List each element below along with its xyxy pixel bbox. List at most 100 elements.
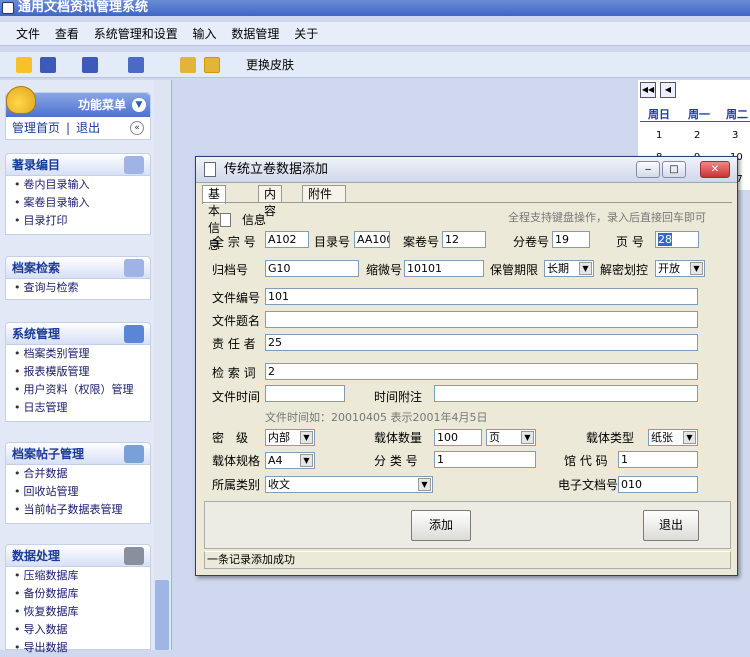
sidebar-item-merge-data[interactable]: 合并数据: [6, 465, 150, 483]
sidebar-item-export-data[interactable]: 导出数据: [6, 639, 150, 657]
mulu-input[interactable]: AA100: [354, 231, 390, 248]
unlock-icon[interactable]: [204, 57, 220, 73]
zaitileixing-label: 载体类型: [586, 431, 635, 445]
users-icon: [124, 325, 144, 343]
dialog-title-bar[interactable]: 传统立卷数据添加 ‒ □ ✕: [196, 157, 737, 183]
sidebar-item-inner-catalog-input[interactable]: 卷内目录输入: [6, 176, 150, 194]
miji-label: 密 级: [212, 431, 249, 445]
sidebar-item-restore-db[interactable]: 恢复数据库: [6, 603, 150, 621]
sidebar-item-compress-db[interactable]: 压缩数据库: [6, 567, 150, 585]
shijian-input[interactable]: [265, 385, 345, 402]
sidebar-item-report-template[interactable]: 报表模版管理: [6, 363, 150, 381]
export-icon[interactable]: [128, 57, 144, 73]
jiansuo-label: 检 索 词: [212, 366, 256, 380]
zaitiguige-select[interactable]: A4 ▼: [265, 452, 315, 469]
info-icon: [220, 213, 231, 227]
quanzong-input[interactable]: A102: [265, 231, 309, 248]
menu-data-management[interactable]: 数据管理: [231, 22, 279, 46]
time-format-hint: 文件时间如：20010405 表示2001年4月5日: [265, 411, 488, 424]
tab-attachment[interactable]: 附件: [302, 185, 346, 203]
suowei-input[interactable]: 10101: [404, 260, 484, 277]
dropdown-arrow-icon[interactable]: ▼: [300, 454, 313, 467]
suoshu-select[interactable]: 收文 ▼: [265, 476, 433, 493]
calendar-date[interactable]: 1: [656, 130, 662, 141]
keyboard-hint: 全程支持键盘操作，录入后直接回车即可: [508, 211, 706, 224]
close-button[interactable]: ✕: [700, 161, 730, 178]
jiemi-select[interactable]: 开放 ▼: [655, 260, 705, 277]
exit-button[interactable]: 退出: [643, 510, 699, 541]
calendar-date[interactable]: 2: [694, 130, 700, 141]
toolbar: 更换皮肤: [0, 52, 750, 78]
minimize-button[interactable]: ‒: [636, 161, 660, 178]
save-as-icon[interactable]: [82, 57, 98, 73]
yehao-label: 页 号: [616, 235, 644, 249]
menu-file[interactable]: 文件: [16, 22, 40, 46]
jiansuo-input[interactable]: 2: [265, 363, 698, 380]
printer-icon: [124, 547, 144, 565]
dropdown-arrow-icon[interactable]: ▼: [683, 431, 696, 444]
panel-cataloging: 著录编目 卷内目录输入 案卷目录输入 目录打印: [5, 153, 151, 235]
sidebar-item-category-mgmt[interactable]: 档案类别管理: [6, 345, 150, 363]
calendar-day-header: 周一: [688, 108, 710, 121]
calendar-prev-year-button[interactable]: ◀◀: [640, 82, 656, 98]
unit-select[interactable]: 页 ▼: [486, 429, 536, 446]
menu-input[interactable]: 输入: [193, 22, 217, 46]
save-icon[interactable]: [40, 57, 56, 73]
zaitileixing-select[interactable]: 纸张 ▼: [648, 429, 698, 446]
sidebar-item-current-table[interactable]: 当前帖子数据表管理: [6, 501, 150, 519]
sidebar-item-recycle-bin[interactable]: 回收站管理: [6, 483, 150, 501]
panel-header: 档案检索: [6, 257, 150, 279]
calendar-header: 周日 周一 周二: [640, 104, 750, 122]
lock-icon[interactable]: [180, 57, 196, 73]
menu-system-settings[interactable]: 系统管理和设置: [94, 22, 178, 46]
timing-label: 文件题名: [212, 314, 261, 328]
timing-input[interactable]: [265, 311, 698, 328]
baoguan-select[interactable]: 长期 ▼: [544, 260, 594, 277]
dropdown-arrow-icon[interactable]: ▼: [418, 478, 431, 491]
sidebar-item-log-mgmt[interactable]: 日志管理: [6, 399, 150, 417]
miji-select[interactable]: 内部 ▼: [265, 429, 315, 446]
chevron-left-icon[interactable]: «: [130, 121, 144, 135]
exit-link[interactable]: 退出: [76, 121, 100, 135]
dropdown-arrow-icon[interactable]: ▼: [300, 431, 313, 444]
home-link[interactable]: 管理首页: [12, 121, 60, 135]
tab-content[interactable]: 内容: [258, 185, 283, 218]
zeren-label: 责 任 者: [212, 337, 256, 351]
add-button[interactable]: 添加: [411, 510, 471, 541]
fenjuan-input[interactable]: 19: [552, 231, 590, 248]
zeren-input[interactable]: 25: [265, 334, 698, 351]
anjuan-input[interactable]: 12: [442, 231, 486, 248]
menu-about[interactable]: 关于: [294, 22, 318, 46]
panel-system: 系统管理 档案类别管理 报表模版管理 用户资料（权限）管理 日志管理: [5, 322, 151, 422]
dropdown-arrow-icon[interactable]: ▼: [521, 431, 534, 444]
sidebar-scroll-thumb[interactable]: [155, 580, 169, 650]
dianzi-input[interactable]: 010: [618, 476, 698, 493]
sidebar-scrollbar[interactable]: [154, 80, 170, 650]
yehao-input[interactable]: 28: [655, 231, 699, 248]
change-skin-button[interactable]: 更换皮肤: [246, 57, 294, 73]
zaitishuliang-input[interactable]: 100: [434, 429, 482, 446]
dropdown-arrow-icon[interactable]: ▼: [579, 262, 592, 275]
maximize-button[interactable]: □: [662, 161, 686, 178]
sidebar-item-catalog-print[interactable]: 目录打印: [6, 212, 150, 230]
fenlei-label: 分 类 号: [374, 454, 418, 468]
lightning-icon[interactable]: [16, 57, 32, 73]
wenjianbh-input[interactable]: 101: [265, 288, 698, 305]
baoguan-label: 保管期限: [490, 263, 539, 277]
dropdown-arrow-icon[interactable]: ▼: [690, 262, 703, 275]
sidebar-item-user-permissions[interactable]: 用户资料（权限）管理: [6, 381, 150, 399]
shijianfz-input[interactable]: [434, 385, 698, 402]
guidang-input[interactable]: G10: [265, 260, 359, 277]
calendar-prev-month-button[interactable]: ◀: [660, 82, 676, 98]
info-label: 信息: [242, 213, 267, 227]
menu-view[interactable]: 查看: [55, 22, 79, 46]
panel-data-processing: 数据处理 压缩数据库 备份数据库 恢复数据库 导入数据 导出数据: [5, 544, 151, 654]
fenlei-input[interactable]: 1: [434, 451, 536, 468]
calendar-date[interactable]: 3: [732, 130, 738, 141]
sidebar-item-import-data[interactable]: 导入数据: [6, 621, 150, 639]
sidebar-item-file-catalog-input[interactable]: 案卷目录输入: [6, 194, 150, 212]
chevron-down-icon[interactable]: ▼: [132, 98, 146, 112]
sidebar-item-backup-db[interactable]: 备份数据库: [6, 585, 150, 603]
guandai-input[interactable]: 1: [618, 451, 698, 468]
sidebar-item-query[interactable]: 查询与检索: [6, 279, 150, 297]
